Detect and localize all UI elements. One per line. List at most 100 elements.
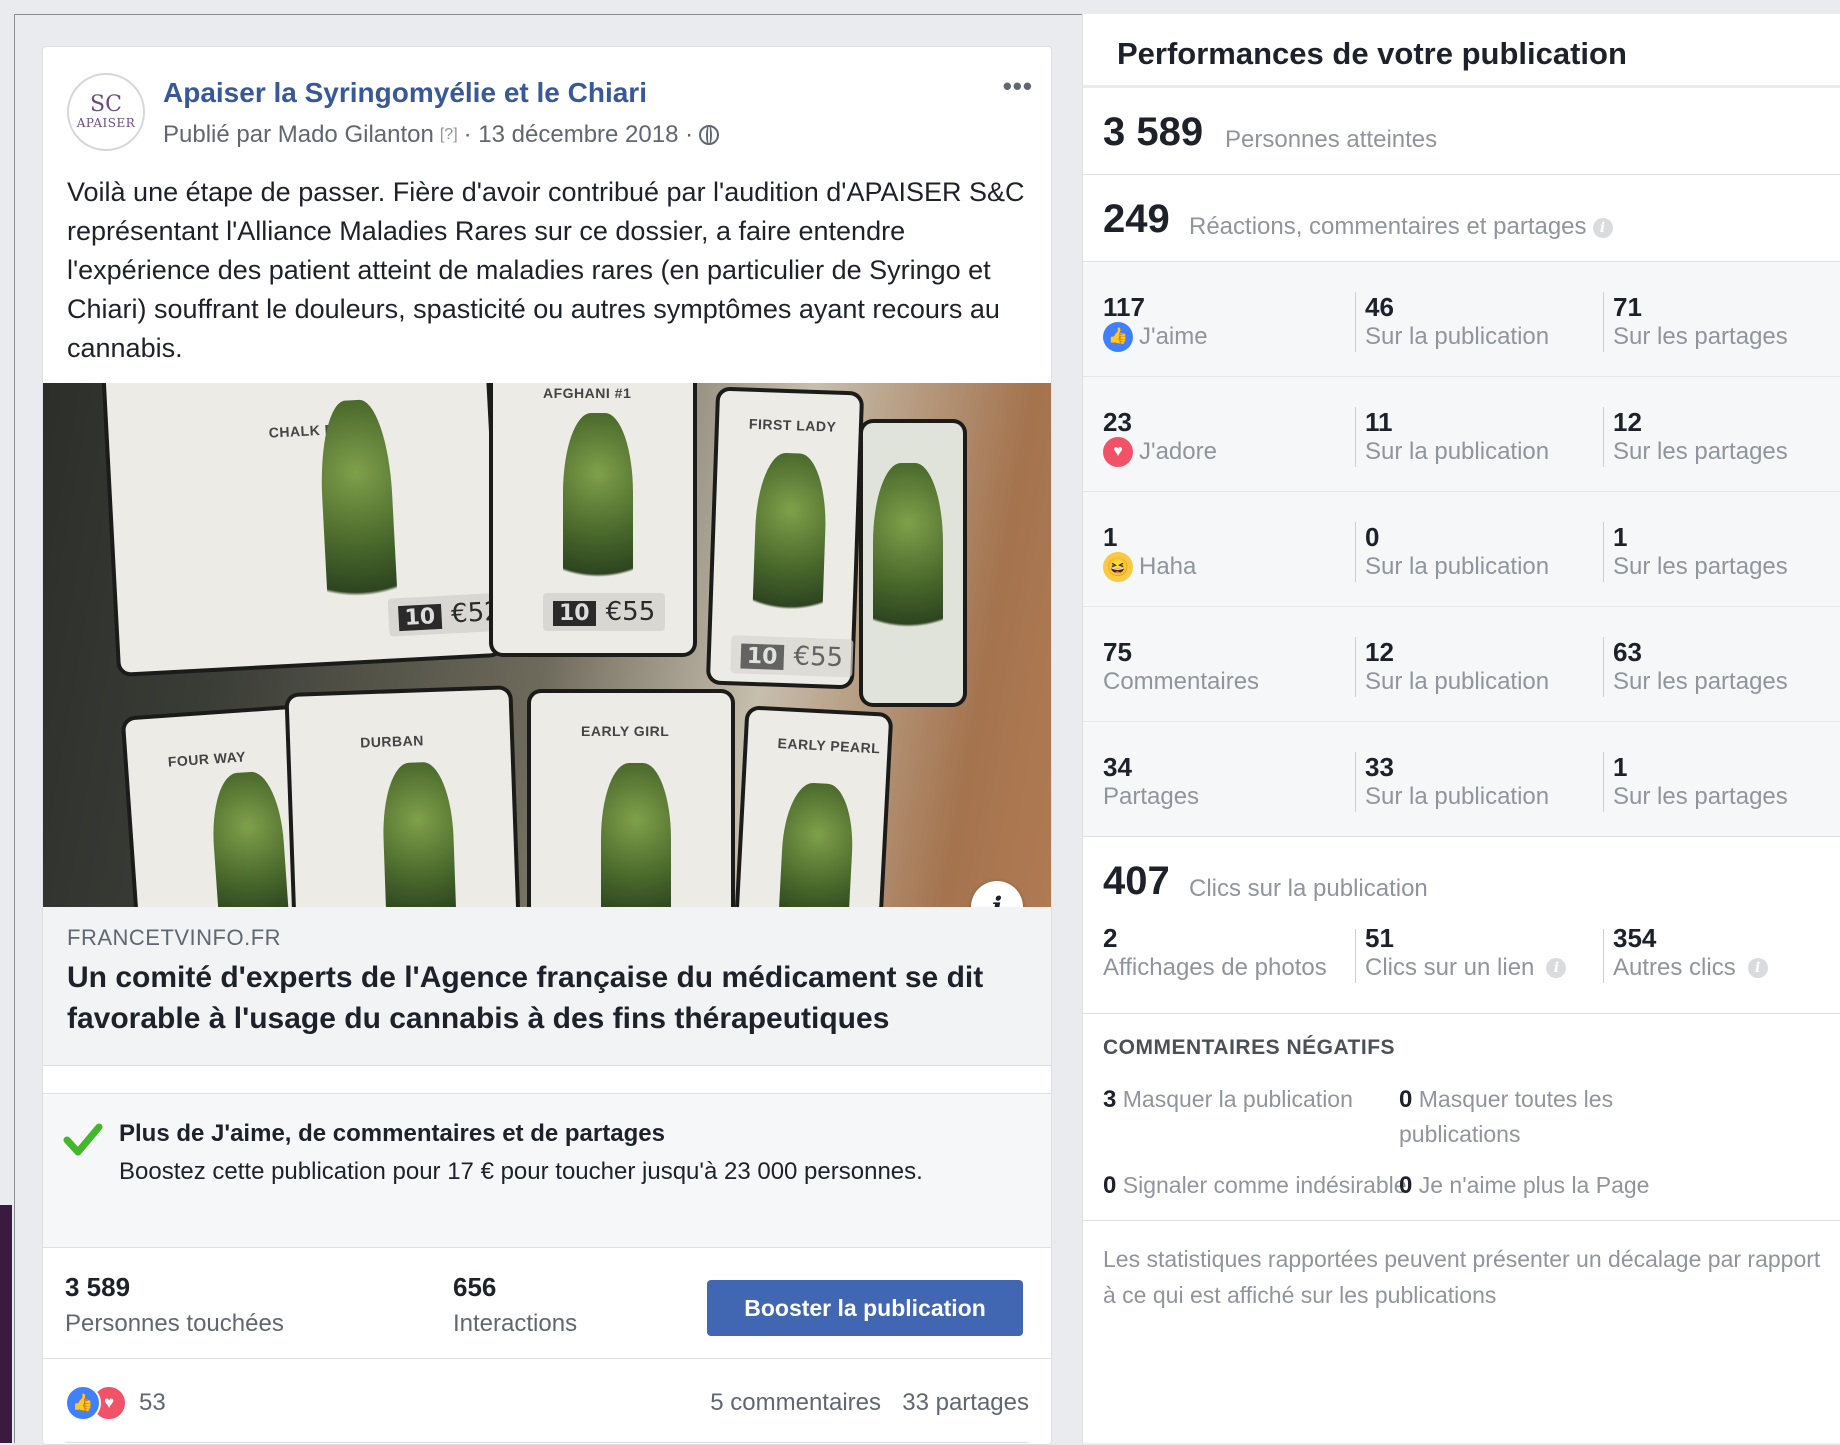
link-clicks: 51 Clics sur un lien i — [1365, 923, 1567, 983]
card-label: FIRST LADY — [748, 415, 837, 435]
divider — [1603, 929, 1604, 983]
comments-on-post: 12 Sur la publication — [1365, 637, 1549, 697]
boost-description: Boostez cette publication pour 17 € pour… — [119, 1158, 923, 1185]
info-icon[interactable]: i — [971, 881, 1023, 907]
engagement-label: Réactions, commentaires et partages i — [1189, 213, 1613, 241]
haha-icon: 😆 — [1103, 552, 1133, 582]
on-shares-label: Sur les partages — [1613, 668, 1788, 695]
other-clicks-value: 354 — [1613, 923, 1657, 953]
boost-post-button[interactable]: Booster la publication — [707, 1280, 1023, 1336]
price-quantity: 10 — [740, 643, 784, 671]
reaction-total-value: 23 — [1103, 407, 1132, 437]
on-post-value: 0 — [1365, 522, 1380, 552]
boost-title: Plus de J'aime, de commentaires et de pa… — [119, 1120, 665, 1147]
shares-label: Partages — [1103, 783, 1200, 810]
post-header: SC APAISER Apaiser la Syringomyélie et l… — [43, 47, 1051, 173]
interactions-label: Interactions — [453, 1310, 578, 1337]
reaction-total: 117 👍 J'aime — [1103, 292, 1208, 352]
card-label: FOUR WAY — [167, 748, 247, 770]
strain-card — [863, 423, 963, 703]
globe-icon[interactable] — [699, 125, 720, 145]
hide-all-stat: 0 Masquer toutes les publications — [1399, 1082, 1679, 1151]
interactions-value: 656 — [453, 1272, 497, 1302]
reaction-row-love: 23 ♥ J'adore 11 Sur la publication 12 Sur… — [1083, 377, 1840, 492]
reaction-count[interactable]: 53 — [139, 1389, 166, 1417]
reaction-total: 1 😆 Haha — [1103, 522, 1196, 582]
link-preview[interactable]: FRANCETVINFO.FR Un comité d'experts de l… — [43, 907, 1051, 1066]
other-clicks: 354 Autres clics i — [1613, 923, 1768, 983]
comments-total: 75 Commentaires — [1103, 637, 1259, 697]
reaction-row-like: 117 👍 J'aime 46 Sur la publication 71 Sur… — [1083, 262, 1840, 377]
strain-card: DURBAN — [288, 689, 518, 907]
divider — [1603, 407, 1604, 467]
reactions-summary: 👍 ♥ 53 5 commentaires 33 partages — [43, 1359, 1051, 1443]
info-icon[interactable]: i — [1546, 958, 1567, 978]
divider — [1355, 929, 1356, 983]
plant-image — [563, 413, 633, 613]
love-icon: ♥ — [1103, 437, 1133, 467]
reaction-name-text: J'adore — [1139, 438, 1217, 465]
help-link[interactable]: [?] — [440, 126, 458, 144]
reaction-name-text: Haha — [1139, 553, 1197, 580]
on-post-label: Sur la publication — [1365, 783, 1550, 810]
reach-label: Personnes touchées — [65, 1310, 284, 1337]
divider — [1355, 522, 1356, 582]
reaction-on-post: 0 Sur la publication — [1365, 522, 1549, 582]
post-image[interactable]: CHALK BILL 10 €52 AFGHANI #1 10 €55 FIRST … — [43, 383, 1051, 907]
hide-post-label: Masquer la publication — [1122, 1086, 1353, 1112]
on-post-value: 11 — [1365, 407, 1393, 437]
reach-value: 3 589 — [1103, 110, 1204, 154]
background-edge — [0, 1205, 12, 1443]
photo-views: 2 Affichages de photos — [1103, 923, 1327, 983]
engagement-metric: 249 Réactions, commentaires et partages i — [1083, 175, 1840, 262]
post-date[interactable]: · 13 décembre 2018 · — [464, 121, 693, 149]
shares-total-value: 34 — [1103, 752, 1132, 782]
card-label: DURBAN — [359, 732, 425, 751]
on-post-label: Sur la publication — [1365, 323, 1550, 350]
engagement-label-text: Réactions, commentaires et partages — [1189, 213, 1587, 240]
strain-card: FIRST LADY 10 €55 — [709, 390, 861, 686]
reaction-on-post: 11 Sur la publication — [1365, 407, 1549, 467]
divider — [1355, 637, 1356, 697]
reaction-row-comments: 75 Commentaires 12 Sur la publication 63… — [1083, 607, 1840, 722]
on-post-label: Sur la publication — [1365, 438, 1550, 465]
plant-image — [873, 463, 943, 663]
link-title[interactable]: Un comité d'experts de l'Agence français… — [67, 957, 1027, 1039]
on-post-value: 33 — [1365, 752, 1394, 782]
unlike-stat: 0 Je n'aime plus la Page — [1399, 1168, 1649, 1203]
reach-value: 3 589 — [65, 1272, 131, 1302]
page-name-link[interactable]: Apaiser la Syringomyélie et le Chiari — [163, 77, 647, 109]
plant-image — [751, 452, 828, 645]
more-options-icon[interactable]: ••• — [1003, 71, 1033, 102]
shares-count[interactable]: 33 partages — [902, 1389, 1029, 1417]
link-domain: FRANCETVINFO.FR — [67, 925, 282, 950]
plant-image — [776, 781, 856, 907]
link-clicks-value: 51 — [1365, 923, 1394, 953]
like-icon[interactable]: 👍 — [65, 1385, 101, 1421]
hide-post-value: 3 — [1103, 1086, 1117, 1113]
other-clicks-label-text: Autres clics — [1613, 954, 1736, 981]
comments-count[interactable]: 5 commentaires — [710, 1389, 881, 1417]
photo-views-value: 2 — [1103, 923, 1118, 953]
panel-title: Performances de votre publication — [1083, 14, 1840, 88]
negative-feedback: COMMENTAIRES NÉGATIFS 3 Masquer la publi… — [1083, 1014, 1840, 1221]
price-value: €55 — [605, 597, 656, 627]
comments-total-value: 75 — [1103, 637, 1132, 667]
on-shares-value: 1 — [1613, 752, 1628, 782]
clicks-metric: 407 Clics sur la publication — [1083, 837, 1840, 923]
on-post-label: Sur la publication — [1365, 553, 1550, 580]
on-shares-value: 63 — [1613, 637, 1642, 667]
reaction-on-shares: 12 Sur les partages — [1613, 407, 1788, 467]
divider — [1355, 752, 1356, 812]
reaction-row-haha: 1 😆 Haha 0 Sur la publication 1 Sur les p… — [1083, 492, 1840, 607]
strain-card: CHALK BILL 10 €52 — [105, 383, 512, 673]
photo-views-label: Affichages de photos — [1103, 954, 1327, 981]
page-avatar[interactable]: SC APAISER — [67, 73, 145, 151]
divider — [1603, 752, 1604, 812]
plant-image — [380, 761, 458, 907]
post-text: Voilà une étape de passer. Fière d'avoir… — [67, 177, 1025, 363]
avatar-logo-bottom: APAISER — [76, 116, 136, 130]
shares-on-post: 33 Sur la publication — [1365, 752, 1549, 812]
info-icon[interactable]: i — [1747, 958, 1768, 978]
info-icon[interactable]: i — [1592, 217, 1613, 238]
